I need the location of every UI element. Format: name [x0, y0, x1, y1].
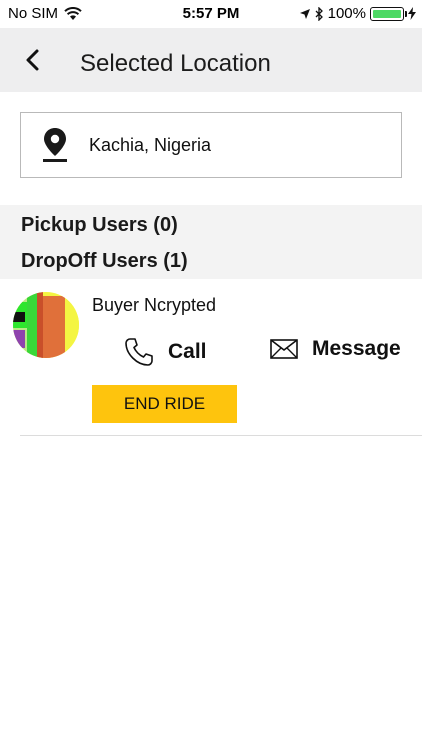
location-text: Kachia, Nigeria	[89, 135, 212, 155]
avatar	[13, 292, 79, 358]
location-field[interactable]: Kachia, Nigeria	[20, 112, 402, 178]
call-button[interactable]: Call	[124, 337, 207, 367]
chevron-left-icon[interactable]	[22, 48, 46, 72]
page-title: Selected Location	[80, 50, 271, 77]
battery-percent: 100%	[327, 5, 366, 22]
list-item: Buyer Ncrypted Call Message END RIDE	[0, 279, 422, 436]
pickup-users-label: Pickup Users (0)	[21, 214, 178, 236]
charging-icon	[408, 7, 416, 20]
divider	[20, 435, 422, 436]
battery-icon	[370, 6, 407, 21]
status-bar: No SIM 5:57 PM 100%	[0, 0, 422, 28]
end-ride-button[interactable]: END RIDE	[92, 385, 237, 423]
bluetooth-icon	[315, 6, 323, 21]
phone-icon	[125, 338, 153, 366]
message-label: Message	[312, 337, 401, 360]
status-right: 100%	[299, 5, 416, 22]
users-summary: Pickup Users (0) DropOff Users (1)	[0, 205, 422, 279]
map-pin-icon	[43, 128, 67, 162]
call-label: Call	[168, 340, 207, 363]
nav-bar: Selected Location	[0, 28, 422, 92]
location-arrow-icon	[299, 8, 310, 19]
dropoff-users-label: DropOff Users (1)	[21, 250, 188, 272]
envelope-icon	[270, 339, 298, 359]
message-button[interactable]: Message	[270, 337, 401, 361]
user-name: Buyer Ncrypted	[92, 295, 217, 315]
